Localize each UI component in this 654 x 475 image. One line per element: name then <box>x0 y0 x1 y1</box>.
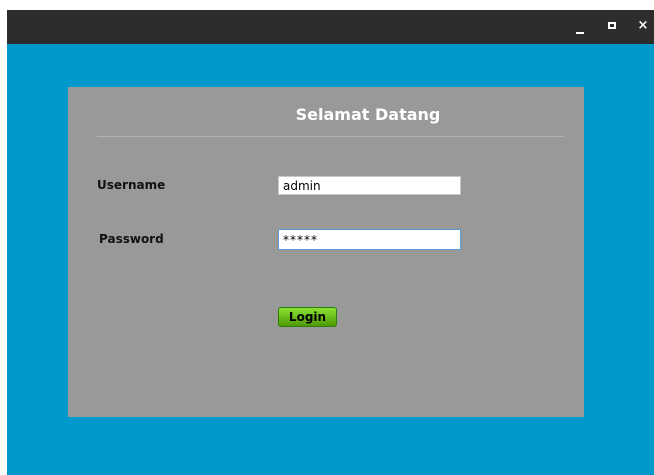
welcome-title: Selamat Datang <box>295 105 441 124</box>
close-icon: × <box>637 18 649 33</box>
login-button[interactable]: Login <box>278 307 337 327</box>
login-panel: Selamat Datang Username Password Login <box>68 87 584 417</box>
minimize-icon <box>576 32 584 34</box>
username-input[interactable] <box>278 176 461 195</box>
close-button[interactable]: × <box>632 10 654 44</box>
title-bar[interactable]: × <box>7 10 654 44</box>
password-input[interactable] <box>278 229 461 250</box>
password-label: Password <box>99 232 164 246</box>
maximize-icon <box>608 22 616 29</box>
app-window: × Selamat Datang Username Password Login <box>7 10 654 475</box>
username-label: Username <box>97 178 166 192</box>
maximize-button[interactable] <box>601 10 623 44</box>
title-divider <box>97 136 564 137</box>
minimize-button[interactable] <box>569 10 591 44</box>
